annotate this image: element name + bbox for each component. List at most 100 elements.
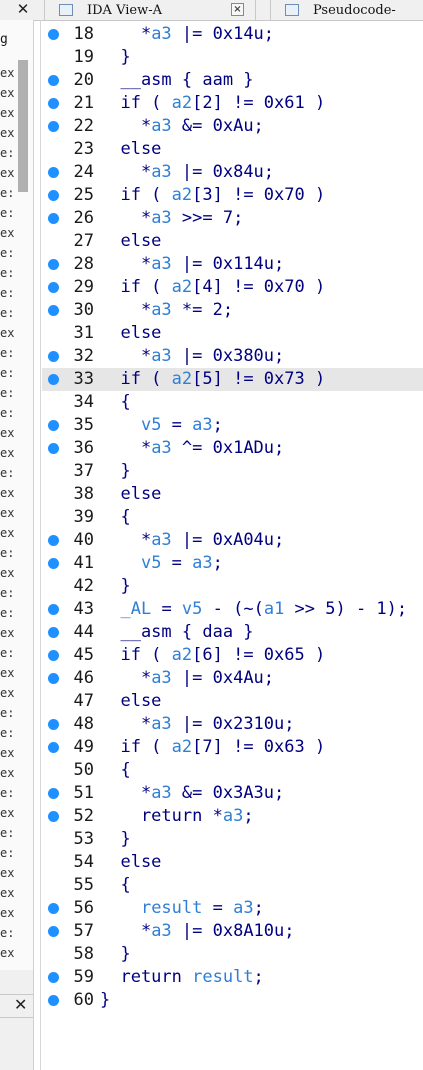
list-item[interactable]: ex: [0, 426, 14, 440]
breakpoint-icon[interactable]: [48, 190, 59, 201]
list-item[interactable]: e:: [0, 306, 14, 320]
pseudocode-editor[interactable]: 18 *a3 |= 0x14u; 19 } 20 __asm { aam } 21 i…: [42, 23, 423, 1012]
breakpoint-icon[interactable]: [48, 282, 59, 293]
breakpoint-icon[interactable]: [48, 627, 59, 638]
code-line[interactable]: 33 if ( a2[5] != 0x73 ): [42, 368, 423, 391]
list-item[interactable]: e:: [0, 246, 14, 260]
list-item[interactable]: e:: [0, 586, 14, 600]
close-icon[interactable]: ✕: [10, 0, 36, 20]
breakpoint-icon[interactable]: [48, 29, 59, 40]
code-line[interactable]: 42 }: [42, 575, 423, 598]
list-item[interactable]: e:: [0, 726, 14, 740]
code-line[interactable]: 51 *a3 &= 0x3A3u;: [42, 782, 423, 805]
list-item[interactable]: ex: [0, 766, 14, 780]
code-line[interactable]: 56 result = a3;: [42, 897, 423, 920]
list-item[interactable]: ex: [0, 906, 14, 920]
list-item[interactable]: e:: [0, 926, 14, 940]
code-line[interactable]: 30 *a3 *= 2;: [42, 299, 423, 322]
list-item[interactable]: ex: [0, 666, 14, 680]
list-item[interactable]: ex: [0, 486, 14, 500]
list-item[interactable]: ex: [0, 166, 14, 180]
list-item[interactable]: ex: [0, 226, 14, 240]
code-line[interactable]: 35 v5 = a3;: [42, 414, 423, 437]
list-item[interactable]: ex: [0, 886, 14, 900]
list-item[interactable]: ex: [0, 526, 14, 540]
list-item[interactable]: ex: [0, 446, 14, 460]
breakpoint-icon[interactable]: [48, 213, 59, 224]
code-line[interactable]: 58 }: [42, 943, 423, 966]
code-line[interactable]: 25 if ( a2[3] != 0x70 ): [42, 184, 423, 207]
breakpoint-icon[interactable]: [48, 604, 59, 615]
code-line[interactable]: 22 *a3 &= 0xAu;: [42, 115, 423, 138]
breakpoint-icon[interactable]: [48, 98, 59, 109]
breakpoint-icon[interactable]: [48, 719, 59, 730]
code-line[interactable]: 38 else: [42, 483, 423, 506]
tab-pseudocode[interactable]: Pseudocode-: [270, 0, 423, 20]
breakpoint-icon[interactable]: [48, 259, 59, 270]
breakpoint-icon[interactable]: [48, 443, 59, 454]
code-line[interactable]: 20 __asm { aam }: [42, 69, 423, 92]
code-line[interactable]: 43 _AL = v5 - (~(a1 >> 5) - 1);: [42, 598, 423, 621]
breakpoint-icon[interactable]: [48, 650, 59, 661]
code-line[interactable]: 54 else: [42, 851, 423, 874]
breakpoint-icon[interactable]: [48, 926, 59, 937]
list-item[interactable]: e:: [0, 646, 14, 660]
list-item[interactable]: e:: [0, 846, 14, 860]
code-line[interactable]: 45 if ( a2[6] != 0x65 ): [42, 644, 423, 667]
list-item[interactable]: ex: [0, 506, 14, 520]
close-icon[interactable]: ✕: [14, 995, 27, 1014]
list-item[interactable]: e:: [0, 346, 14, 360]
tab-ida-view[interactable]: IDA View-A ×: [44, 0, 256, 20]
code-line[interactable]: 40 *a3 |= 0xA04u;: [42, 529, 423, 552]
code-line[interactable]: 46 *a3 |= 0x4Au;: [42, 667, 423, 690]
list-item[interactable]: e:: [0, 706, 14, 720]
code-line[interactable]: 39 {: [42, 506, 423, 529]
breakpoint-icon[interactable]: [48, 374, 59, 385]
list-item[interactable]: e:: [0, 186, 14, 200]
code-line[interactable]: 23 else: [42, 138, 423, 161]
code-line[interactable]: 55 {: [42, 874, 423, 897]
code-line[interactable]: 29 if ( a2[4] != 0x70 ): [42, 276, 423, 299]
code-line[interactable]: 34 {: [42, 391, 423, 414]
breakpoint-icon[interactable]: [48, 742, 59, 753]
list-item[interactable]: e:: [0, 606, 14, 620]
code-line[interactable]: 52 return *a3;: [42, 805, 423, 828]
breakpoint-icon[interactable]: [48, 811, 59, 822]
breakpoint-icon[interactable]: [48, 420, 59, 431]
code-line[interactable]: 27 else: [42, 230, 423, 253]
code-line[interactable]: 24 *a3 |= 0x84u;: [42, 161, 423, 184]
code-line[interactable]: 31 else: [42, 322, 423, 345]
list-item[interactable]: ex: [0, 866, 14, 880]
code-line[interactable]: 32 *a3 |= 0x380u;: [42, 345, 423, 368]
tab-close-icon[interactable]: ×: [231, 3, 244, 16]
list-item[interactable]: e:: [0, 366, 14, 380]
list-item[interactable]: e:: [0, 266, 14, 280]
code-line[interactable]: 47 else: [42, 690, 423, 713]
breakpoint-icon[interactable]: [48, 995, 59, 1006]
breakpoint-icon[interactable]: [48, 673, 59, 684]
breakpoint-icon[interactable]: [48, 75, 59, 86]
list-item[interactable]: e:: [0, 466, 14, 480]
list-item[interactable]: ex: [0, 106, 14, 120]
list-item[interactable]: ex: [0, 686, 14, 700]
breakpoint-icon[interactable]: [48, 788, 59, 799]
code-line[interactable]: 41 v5 = a3;: [42, 552, 423, 575]
code-line[interactable]: 50 {: [42, 759, 423, 782]
list-item[interactable]: e:: [0, 386, 14, 400]
list-item[interactable]: e:: [0, 286, 14, 300]
code-line[interactable]: 37 }: [42, 460, 423, 483]
code-line[interactable]: 57 *a3 |= 0x8A10u;: [42, 920, 423, 943]
list-item[interactable]: e:: [0, 206, 14, 220]
breakpoint-icon[interactable]: [48, 535, 59, 546]
code-line[interactable]: 49 if ( a2[7] != 0x63 ): [42, 736, 423, 759]
breakpoint-icon[interactable]: [48, 351, 59, 362]
list-item[interactable]: ex: [0, 806, 14, 820]
breakpoint-icon[interactable]: [48, 972, 59, 983]
code-line[interactable]: 59 return result;: [42, 966, 423, 989]
list-item[interactable]: ex: [0, 66, 14, 80]
list-item[interactable]: e:: [0, 786, 14, 800]
code-line[interactable]: 53 }: [42, 828, 423, 851]
list-item[interactable]: e:: [0, 826, 14, 840]
code-line[interactable]: 21 if ( a2[2] != 0x61 ): [42, 92, 423, 115]
list-item[interactable]: e:: [0, 146, 14, 160]
